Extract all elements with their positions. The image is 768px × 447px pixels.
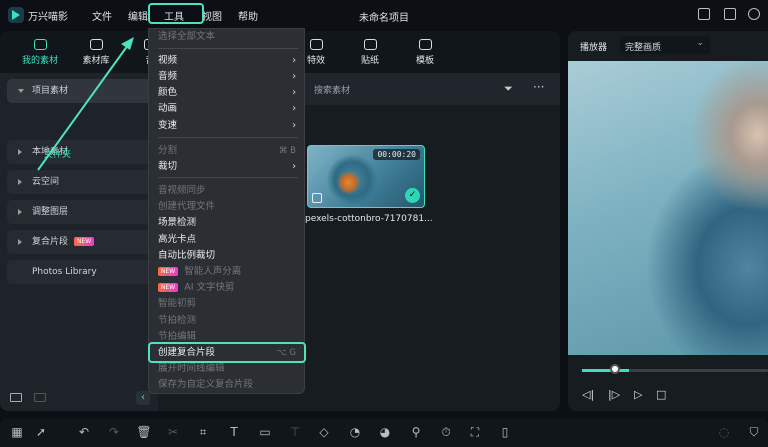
annotation-arrow	[37, 37, 134, 171]
arrow-head-icon	[121, 37, 134, 50]
arrow-line	[37, 44, 129, 171]
